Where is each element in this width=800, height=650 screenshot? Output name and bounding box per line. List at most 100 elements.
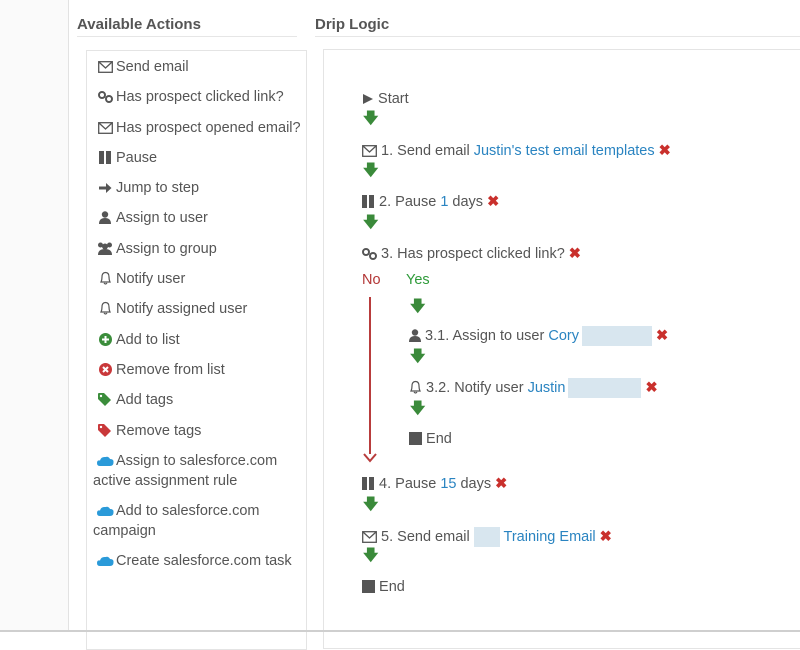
pause-icon bbox=[97, 148, 113, 168]
action-item[interactable]: Create salesforce.com task bbox=[93, 551, 306, 571]
delete-step-3-icon[interactable]: ✖ bbox=[569, 246, 581, 262]
pause-icon bbox=[362, 476, 375, 492]
step-2[interactable]: 2. Pause 1 days ✖ bbox=[362, 193, 499, 211]
step-1-template-link[interactable]: Justin's test email templates bbox=[474, 143, 655, 159]
delete-step-3-2-icon[interactable]: ✖ bbox=[645, 380, 657, 396]
step-2-label: 2. Pause bbox=[379, 194, 437, 210]
envelope-icon bbox=[97, 57, 113, 77]
end-label: End bbox=[379, 579, 405, 595]
action-item[interactable]: Notify assigned user bbox=[93, 299, 306, 319]
drip-logic-panel bbox=[323, 49, 800, 649]
tag-icon bbox=[97, 390, 113, 410]
action-item[interactable]: Jump to step bbox=[93, 178, 306, 198]
action-label: Create salesforce.com task bbox=[116, 553, 292, 570]
bell-icon bbox=[97, 269, 113, 289]
action-label: Add to salesforce.com campaign bbox=[93, 503, 260, 540]
no-branch-label: No bbox=[362, 272, 381, 288]
envelope-icon bbox=[97, 118, 113, 138]
cloud-icon bbox=[97, 501, 114, 521]
yes-branch-label: Yes bbox=[406, 272, 430, 288]
step-1[interactable]: 1. Send email Justin's test email templa… bbox=[362, 142, 671, 160]
arrow-down-icon: 🡇 bbox=[363, 496, 379, 513]
step-4-days-link[interactable]: 15 bbox=[440, 476, 456, 492]
drip-logic-heading: Drip Logic bbox=[315, 16, 390, 33]
step-3-1-user-link[interactable]: Cory bbox=[548, 328, 579, 344]
action-item[interactable]: Add to list bbox=[93, 330, 306, 350]
pause-icon bbox=[362, 194, 375, 210]
arrow-down-icon: 🡇 bbox=[410, 298, 426, 315]
action-label: Add to list bbox=[116, 331, 180, 348]
envelope-icon bbox=[362, 529, 377, 545]
start-label: Start bbox=[378, 91, 409, 107]
link-icon bbox=[97, 87, 113, 107]
arrow-down-icon: 🡇 bbox=[363, 547, 379, 564]
step-5-label: 5. Send email bbox=[381, 528, 470, 545]
action-label: Jump to step bbox=[116, 180, 200, 197]
action-label: Has prospect clicked link? bbox=[116, 89, 284, 106]
step-2-days-link[interactable]: 1 bbox=[440, 194, 448, 210]
stop-icon bbox=[409, 431, 422, 447]
step-3-1-label: 3.1. Assign to user bbox=[425, 327, 545, 344]
tag-icon bbox=[97, 421, 113, 441]
delete-step-2-icon[interactable]: ✖ bbox=[487, 194, 499, 210]
user-icon bbox=[97, 208, 113, 228]
delete-step-3-1-icon[interactable]: ✖ bbox=[656, 328, 668, 344]
left-gutter bbox=[0, 0, 69, 632]
action-item[interactable]: Add to salesforce.com campaign bbox=[93, 501, 306, 541]
available-actions-heading: Available Actions bbox=[77, 16, 201, 33]
step-3-2[interactable]: 3.2. Notify user Justin ✖ bbox=[409, 378, 658, 398]
action-item[interactable]: Assign to user bbox=[93, 208, 306, 228]
step-4[interactable]: 4. Pause 15 days ✖ bbox=[362, 475, 507, 493]
action-item[interactable]: Remove tags bbox=[93, 421, 306, 441]
action-item[interactable]: Add tags bbox=[93, 390, 306, 410]
step-3-2-label: 3.2. Notify user bbox=[426, 379, 524, 396]
action-item[interactable]: Remove from list bbox=[93, 360, 306, 380]
branch-end-node: End bbox=[409, 430, 452, 448]
action-label: Assign to salesforce.com active assignme… bbox=[93, 452, 278, 489]
redacted-name bbox=[581, 326, 652, 346]
arrow-down-icon: 🡇 bbox=[410, 400, 426, 417]
step-5[interactable]: 5. Send email Training Email ✖ bbox=[362, 527, 612, 547]
step-3[interactable]: 3. Has prospect clicked link? ✖ bbox=[362, 245, 581, 263]
action-label: Remove tags bbox=[116, 422, 202, 439]
group-icon bbox=[97, 239, 113, 259]
action-label: Notify user bbox=[116, 271, 186, 288]
remove-circle-icon bbox=[97, 360, 113, 380]
action-item[interactable]: Has prospect clicked link? bbox=[93, 87, 306, 107]
branch-end-label: End bbox=[426, 431, 452, 447]
play-icon bbox=[362, 91, 374, 107]
action-label: Assign to user bbox=[116, 210, 208, 227]
action-label: Add tags bbox=[116, 392, 174, 409]
start-node: Start bbox=[362, 90, 409, 108]
action-label: Assign to group bbox=[116, 240, 217, 257]
redacted-text bbox=[473, 527, 500, 547]
action-item[interactable]: Has prospect opened email? bbox=[93, 118, 306, 138]
action-label: Send email bbox=[116, 59, 189, 75]
delete-step-5-icon[interactable]: ✖ bbox=[600, 529, 612, 545]
delete-step-4-icon[interactable]: ✖ bbox=[495, 476, 507, 492]
cloud-icon bbox=[97, 451, 114, 471]
action-item[interactable]: Send email bbox=[93, 57, 306, 77]
step-2-unit: days bbox=[452, 194, 484, 210]
redacted-name bbox=[568, 378, 642, 398]
arrow-down-icon: 🡇 bbox=[410, 348, 426, 365]
action-item[interactable]: Assign to group bbox=[93, 239, 306, 259]
arrow-down-icon: 🡇 bbox=[363, 162, 379, 179]
step-5-template-link[interactable]: Training Email bbox=[504, 529, 596, 545]
action-label: Has prospect opened email? bbox=[116, 119, 301, 136]
bell-icon bbox=[409, 380, 422, 396]
end-node: End bbox=[362, 578, 405, 596]
envelope-icon bbox=[362, 143, 377, 159]
action-item[interactable]: Pause bbox=[93, 148, 306, 168]
available-actions-panel: Send email Has prospect clicked link? Has … bbox=[86, 50, 307, 650]
action-item[interactable]: Notify user bbox=[93, 269, 306, 289]
arrow-down-icon: 🡇 bbox=[363, 214, 379, 231]
arrow-down-icon: 🡇 bbox=[363, 110, 379, 127]
step-3-1[interactable]: 3.1. Assign to user Cory ✖ bbox=[409, 326, 668, 346]
step-3-2-user-link[interactable]: Justin bbox=[528, 380, 566, 396]
action-label: Remove from list bbox=[116, 361, 225, 378]
link-icon bbox=[362, 246, 377, 262]
step-3-label: 3. Has prospect clicked link? bbox=[381, 246, 565, 262]
action-item[interactable]: Assign to salesforce.com active assignme… bbox=[93, 451, 306, 491]
delete-step-1-icon[interactable]: ✖ bbox=[659, 143, 671, 159]
